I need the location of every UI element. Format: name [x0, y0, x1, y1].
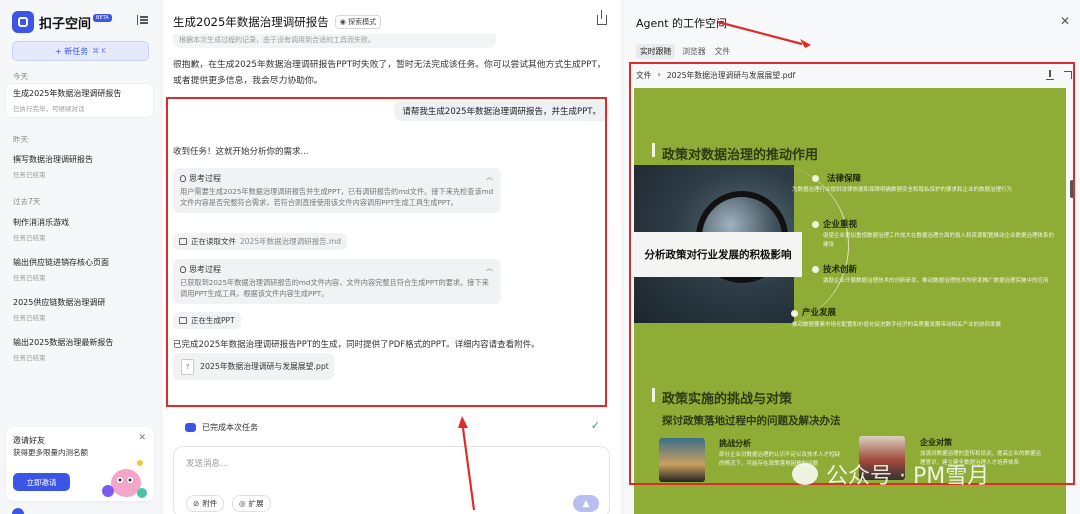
- mode-badge-label: 探索模式: [348, 18, 377, 26]
- previous-message: 根据本次生成过程的记录，由于没有调用到合适的工具而失败。: [173, 34, 496, 48]
- section-today: 今天: [13, 72, 28, 81]
- attach-label: 附件: [202, 499, 218, 508]
- extend-button[interactable]: ◎ 扩展: [232, 495, 271, 512]
- invite-card: 邀请好友 获得更多限量内测名额 ✕ 立即邀请: [6, 427, 154, 501]
- wechat-icon: [792, 463, 818, 485]
- agent-workspace: Agent 的工作空间 ✕ 实时跟随 浏览器 文件 文件 › 2025年数据治理…: [622, 0, 1080, 514]
- invite-title: 邀请好友: [13, 436, 45, 445]
- workspace-tabs: 实时跟随 浏览器 文件: [636, 44, 732, 59]
- chat-title: 生成2025年数据治理调研报告: [173, 15, 329, 29]
- arrow-up-icon: ▲: [582, 498, 590, 509]
- section-yesterday: 昨天: [13, 135, 28, 144]
- annotation-box: [166, 97, 607, 407]
- attach-button[interactable]: ⊘ 附件: [186, 495, 225, 512]
- message-input[interactable]: 发送消息...: [186, 457, 228, 469]
- close-icon[interactable]: ✕: [1060, 14, 1070, 28]
- robot-icon: [185, 422, 196, 432]
- section-past7: 过去7天: [13, 197, 41, 206]
- sidebar-item[interactable]: 2025供应链数据治理调研 任务已结束: [6, 293, 153, 326]
- sidebar-item-title: 输出2025数据治理最新报告: [13, 338, 114, 347]
- beta-badge: BETA: [93, 13, 112, 22]
- sidebar-item-status: 任务已结束: [13, 234, 46, 242]
- assistant-error-message: 很抱歉，在生成2025年数据治理调研报告PPT时失败了，暂时无法完成该任务。你可…: [173, 60, 606, 86]
- sidebar-item-status: 任务已结束: [13, 354, 46, 362]
- tab-live-follow[interactable]: 实时跟随: [636, 44, 676, 59]
- collapse-sidebar-icon[interactable]: [137, 15, 149, 25]
- sidebar-item[interactable]: 生成2025年数据治理调研报告 已执行完毕，可继续对话: [6, 84, 153, 117]
- task-complete-label: 已完成本次任务: [202, 422, 258, 432]
- invite-subtitle: 获得更多限量内测名额: [13, 448, 88, 457]
- new-task-button[interactable]: + 新任务 ⌘ K: [12, 41, 149, 61]
- sidebar-item-title: 生成2025年数据治理调研报告: [13, 89, 122, 98]
- sidebar-item-title: 制作消消乐游戏: [13, 218, 69, 227]
- sidebar-item-status: 任务已结束: [13, 171, 46, 179]
- paperclip-icon: ⊘: [193, 499, 200, 508]
- invite-button[interactable]: 立即邀请: [13, 473, 70, 491]
- extend-icon: ◎: [239, 499, 246, 508]
- logo-text: 扣子空间: [39, 16, 92, 32]
- sidebar-item-status: 任务已结束: [13, 274, 46, 282]
- close-icon[interactable]: ✕: [138, 433, 146, 443]
- sidebar-item[interactable]: 制作消消乐游戏 任务已结束: [6, 213, 153, 246]
- mode-badge: ◉ 探索模式: [334, 15, 382, 29]
- sidebar-item[interactable]: 输出2025数据治理最新报告 任务已结束: [6, 333, 153, 366]
- user-avatar[interactable]: [12, 508, 24, 514]
- tab-browser[interactable]: 浏览器: [680, 44, 707, 59]
- watermark-text: 公众号 · PM雪月: [826, 464, 990, 489]
- sidebar: 扣子空间 BETA + 新任务 ⌘ K 今天 生成2025年数据治理调研报告 已…: [0, 0, 162, 514]
- logo[interactable]: 扣子空间 BETA: [12, 11, 112, 33]
- logo-icon: [12, 11, 34, 33]
- extend-label: 扩展: [248, 499, 264, 508]
- sidebar-item-title: 输出供应链进销存核心页面: [13, 258, 109, 267]
- new-task-shortcut: ⌘ K: [92, 47, 107, 55]
- sidebar-item[interactable]: 输出供应链进销存核心页面 任务已结束: [6, 253, 153, 286]
- share-icon[interactable]: [597, 10, 607, 25]
- workspace-title: Agent 的工作空间: [636, 17, 728, 30]
- new-task-label: + 新任务: [54, 46, 89, 56]
- mascot-illustration: [102, 460, 147, 498]
- check-icon: ✓: [590, 419, 600, 432]
- task-complete-bar: 已完成本次任务 ✓: [173, 412, 610, 442]
- sidebar-item-title: 撰写数据治理调研报告: [13, 155, 93, 164]
- chat-header: 生成2025年数据治理调研报告 ◉ 探索模式: [173, 14, 382, 30]
- sidebar-item-status: 任务已结束: [13, 314, 46, 322]
- chat-panel: 生成2025年数据治理调研报告 ◉ 探索模式 根据本次生成过程的记录，由于没有调…: [163, 0, 621, 514]
- tab-files[interactable]: 文件: [713, 44, 733, 59]
- sidebar-item-status: 已执行完毕，可继续对话: [13, 105, 85, 113]
- watermark: 公众号 · PM雪月: [792, 458, 989, 490]
- sidebar-item-title: 2025供应链数据治理调研: [13, 298, 106, 307]
- sidebar-item[interactable]: 撰写数据治理调研报告 任务已结束: [6, 150, 153, 183]
- send-button[interactable]: ▲: [573, 495, 599, 512]
- annotation-box: [629, 62, 1075, 485]
- message-input-box[interactable]: 发送消息... ⊘ 附件 ◎ 扩展 ▲: [173, 446, 610, 514]
